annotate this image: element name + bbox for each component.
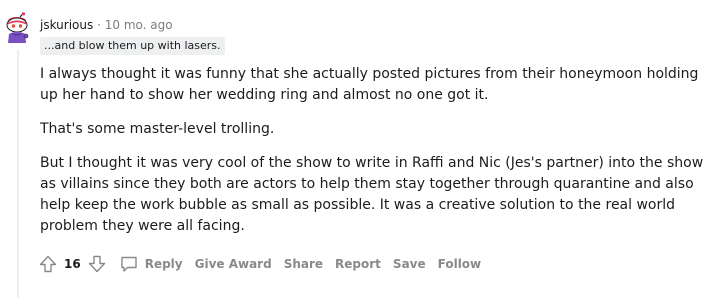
comment-paragraph: I always thought it was funny that she a… bbox=[40, 66, 699, 103]
comment-paragraph: But I thought it was very cool of the sh… bbox=[40, 155, 704, 234]
give-award-button[interactable]: Give Award bbox=[191, 252, 276, 276]
downvote-arrow-icon bbox=[88, 255, 105, 273]
snoo-avatar-icon bbox=[6, 12, 29, 43]
report-button[interactable]: Report bbox=[331, 252, 385, 276]
save-button[interactable]: Save bbox=[389, 252, 430, 276]
comment-paragraph: That's some master-level trolling. bbox=[40, 121, 275, 137]
username-link[interactable]: jskurious bbox=[40, 18, 93, 32]
user-flair: ...and blow them up with lasers. bbox=[40, 37, 225, 55]
upvote-arrow-icon bbox=[39, 255, 57, 273]
comment-meta: jskurious · 10 mo. ago bbox=[40, 17, 173, 33]
comment-action-bar: 16 Reply Give Award Share Report Save Fo… bbox=[36, 252, 489, 276]
follow-button[interactable]: Follow bbox=[434, 252, 486, 276]
vote-score: 16 bbox=[64, 257, 81, 271]
comment-body: I always thought it was funny that she a… bbox=[40, 64, 715, 250]
meta-separator: · bbox=[97, 18, 101, 32]
speech-bubble-icon bbox=[121, 256, 137, 272]
downvote-button[interactable] bbox=[85, 252, 109, 276]
share-button[interactable]: Share bbox=[280, 252, 327, 276]
reply-button[interactable]: Reply bbox=[115, 252, 187, 276]
upvote-button[interactable] bbox=[36, 252, 60, 276]
avatar[interactable] bbox=[4, 12, 32, 44]
thread-line[interactable] bbox=[17, 50, 19, 298]
reply-label: Reply bbox=[144, 257, 183, 271]
timestamp-link[interactable]: 10 mo. ago bbox=[105, 18, 173, 32]
